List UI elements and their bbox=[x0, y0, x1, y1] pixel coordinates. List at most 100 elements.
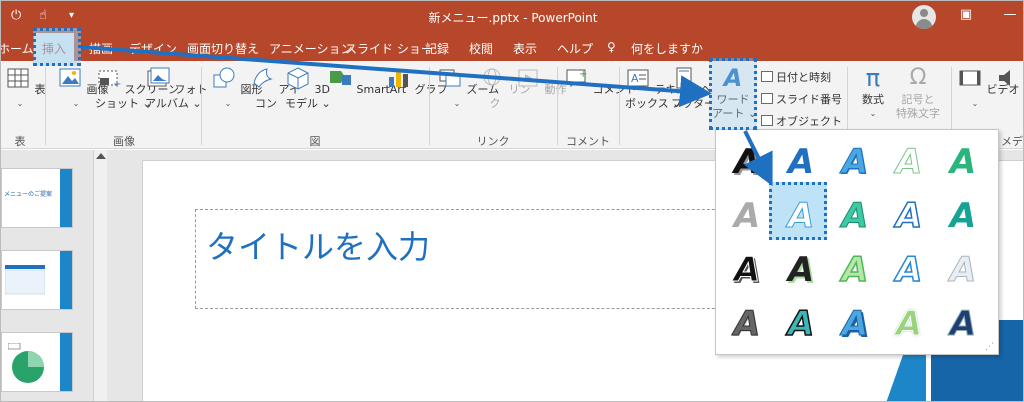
wordart-style-4-1[interactable]: A bbox=[722, 302, 772, 346]
slide-number-button[interactable]: スライド番号 bbox=[761, 91, 842, 107]
shapes-icon bbox=[213, 67, 235, 88]
wordart-style-3-1[interactable]: A bbox=[722, 248, 772, 292]
slide-title-text: タイトルを入力 bbox=[206, 228, 431, 266]
separator bbox=[45, 67, 46, 145]
table-preview bbox=[5, 265, 45, 295]
slide-thumbnail[interactable]: メニューのご提案 bbox=[1, 168, 73, 228]
screenshot-label-2: ショット bbox=[95, 97, 139, 110]
3d-models-label-2: モデル bbox=[285, 97, 318, 110]
separator bbox=[201, 67, 202, 145]
smartart-button[interactable]: SmartArt bbox=[327, 65, 406, 97]
action-button[interactable]: 動作 bbox=[515, 65, 567, 97]
wordart-style-2-2[interactable]: A bbox=[776, 194, 826, 238]
tab-view[interactable]: 表示 bbox=[513, 40, 537, 57]
link-icon bbox=[483, 68, 501, 86]
screenshot-button[interactable]: + スクリーン ショット ⌄ bbox=[95, 65, 179, 111]
scroll-up-icon[interactable] bbox=[96, 153, 106, 159]
tab-design[interactable]: デザイン bbox=[129, 40, 177, 57]
ribbon-tabs: ホーム 挿入 描画 デザイン 画面切り替え アニメーション スライド ショー 記… bbox=[1, 33, 1023, 61]
comment-button[interactable]: + コメント bbox=[563, 65, 637, 97]
wordart-gallery: AAAAAAAAAAAAAAAAAAAA ⋰ bbox=[715, 129, 999, 355]
icons-button[interactable]: アイ コン bbox=[249, 65, 300, 111]
tab-draw[interactable]: 描画 bbox=[89, 40, 113, 57]
tab-review[interactable]: 校閲 bbox=[469, 40, 493, 57]
action-icon bbox=[518, 69, 538, 87]
wordart-style-3-2[interactable]: A bbox=[776, 248, 826, 292]
slide-number-icon bbox=[761, 93, 773, 104]
wordart-style-3-4[interactable]: A bbox=[884, 248, 934, 292]
pie-preview bbox=[8, 343, 44, 383]
wordart-style-2-4[interactable]: A bbox=[884, 194, 934, 238]
slide-thumbnail[interactable] bbox=[1, 250, 73, 310]
photo-album-button[interactable]: フォト アルバム ⌄ bbox=[145, 65, 208, 111]
header-footer-button[interactable]: ヘッダーとフッター bbox=[671, 65, 709, 111]
tab-transitions[interactable]: 画面切り替え bbox=[187, 40, 259, 57]
wordart-style-1-1[interactable]: A bbox=[722, 140, 772, 184]
symbol-label-1: 記号と bbox=[901, 93, 935, 106]
smartart-icon bbox=[330, 71, 351, 85]
minimize-icon[interactable]: — bbox=[1001, 7, 1019, 23]
wordart-style-4-4[interactable]: A bbox=[884, 302, 934, 346]
wordart-style-3-3[interactable]: A bbox=[830, 248, 880, 292]
title-bar: ⏻ ☝ ▾ 新メニュー.pptx - PowerPoint ▣ — bbox=[1, 1, 1023, 33]
wordart-style-2-3[interactable]: A bbox=[830, 194, 880, 238]
wordart-style-2-1[interactable]: A bbox=[722, 194, 772, 238]
avatar[interactable] bbox=[912, 5, 936, 29]
tab-animations[interactable]: アニメーション bbox=[269, 40, 353, 57]
date-time-button[interactable]: 日付と時刻 bbox=[761, 69, 831, 85]
svg-text:A: A bbox=[631, 72, 639, 85]
audio-button[interactable]: オー bbox=[995, 65, 1023, 97]
tab-home[interactable]: ホーム bbox=[1, 40, 34, 57]
video-button[interactable]: ビデオ ⌄ bbox=[957, 65, 1020, 111]
wordart-style-1-4[interactable]: A bbox=[884, 140, 934, 184]
photo-album-label-1: フォト bbox=[174, 83, 208, 96]
wordart-style-2-5[interactable]: A bbox=[938, 194, 988, 238]
wordart-style-4-2[interactable]: A bbox=[776, 302, 826, 346]
shapes-button[interactable]: 図形 ⌄ bbox=[211, 65, 263, 111]
group-comments-label: コメント bbox=[566, 135, 610, 148]
tab-slideshow[interactable]: スライド ショー bbox=[345, 40, 433, 57]
tab-record[interactable]: 記録 bbox=[425, 40, 449, 57]
thumbnail-title: メニューのご提案 bbox=[4, 191, 53, 198]
svg-text:+: + bbox=[579, 69, 587, 80]
textbox-button[interactable]: A テキスト ボックス ⌄ bbox=[625, 65, 698, 111]
comment-icon: + bbox=[566, 69, 587, 88]
object-button[interactable]: オブジェクト bbox=[761, 113, 842, 129]
thumbnail-scrollbar[interactable] bbox=[93, 150, 107, 401]
slide-thumbnail[interactable] bbox=[1, 332, 73, 392]
resize-grip-icon[interactable]: ⋰ bbox=[985, 342, 994, 352]
equation-label: 数式 bbox=[862, 93, 884, 106]
table-icon bbox=[7, 68, 29, 88]
zoom-button[interactable]: ズーム ⌄ bbox=[437, 65, 499, 111]
chart-button[interactable]: グラフ bbox=[385, 65, 448, 97]
icons-icon bbox=[253, 68, 273, 88]
separator bbox=[619, 67, 620, 145]
textbox-label-2: ボックス bbox=[625, 97, 669, 110]
tab-help[interactable]: ヘルプ bbox=[557, 40, 593, 57]
3d-models-button[interactable]: 3D モデル ⌄ bbox=[285, 65, 331, 111]
wordart-style-4-5[interactable]: A bbox=[938, 302, 988, 346]
wordart-style-1-3[interactable]: A bbox=[830, 140, 880, 184]
wordart-style-1-2[interactable]: A bbox=[776, 140, 826, 184]
speaker-icon bbox=[999, 70, 1010, 86]
table-label: 表 bbox=[34, 83, 46, 96]
link-button[interactable]: リンク bbox=[479, 65, 531, 111]
group-images-label: 画像 bbox=[113, 135, 135, 148]
tell-me-search[interactable]: 何をしますか bbox=[631, 40, 703, 57]
picture-icon bbox=[59, 68, 81, 87]
slide-thumbnails: メニューのご提案 bbox=[1, 150, 91, 401]
symbol-button[interactable]: Ω 記号と 特殊文字 bbox=[893, 65, 943, 121]
pi-icon: π bbox=[865, 64, 881, 92]
lightbulb-icon: ♀ bbox=[607, 40, 616, 54]
wordart-style-1-5[interactable]: A bbox=[938, 140, 988, 184]
equation-button[interactable]: π 数式 ⌄ bbox=[855, 65, 891, 121]
title-placeholder[interactable]: タイトルを入力 bbox=[195, 209, 755, 309]
header-footer-label-1: ヘッダーと bbox=[701, 83, 710, 96]
insert-tab-highlight bbox=[33, 28, 81, 66]
picture-button[interactable]: 画像 ⌄ bbox=[57, 65, 109, 111]
calendar-icon bbox=[761, 71, 773, 82]
wordart-style-3-5[interactable]: A bbox=[938, 248, 988, 292]
table-button[interactable]: 表 ⌄ bbox=[5, 65, 46, 111]
wordart-style-4-3[interactable]: A bbox=[830, 302, 880, 346]
ribbon-display-icon[interactable]: ▣ bbox=[957, 7, 975, 23]
